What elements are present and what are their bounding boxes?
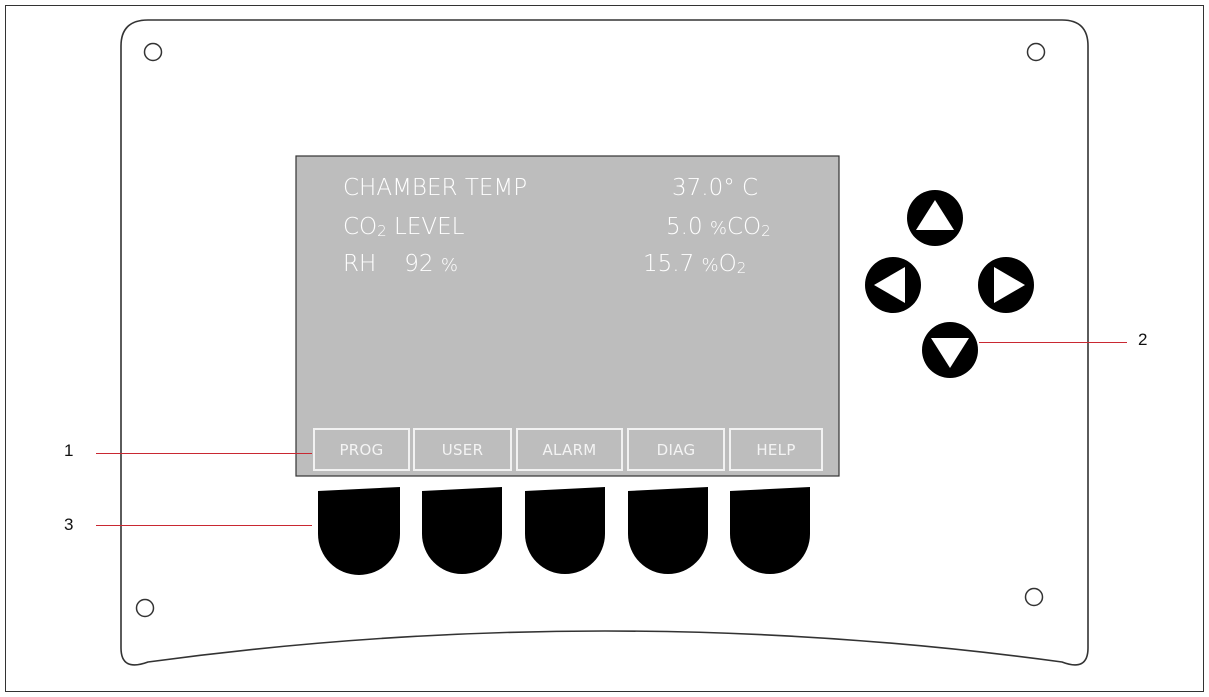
nav-left-button [865,257,921,313]
callout-number-3: 3 [64,515,74,534]
softkey-label-help: HELP [729,428,823,471]
lcd-row2-value: 5.0 %CO2 [666,214,771,240]
nav-down-button [922,322,978,378]
softkey-label-user: USER [413,428,512,471]
softkey-label-prog: PROG [313,428,410,471]
soft-key-4 [628,487,708,574]
lcd-row2-label: CO2 LEVEL [343,214,465,240]
callout-line-3 [96,525,312,526]
lcd-row1-value: 37.0° C [672,175,759,201]
panel-drawing [120,19,1089,666]
callout-number-2: 2 [1138,330,1148,349]
callout-line-1 [96,453,312,454]
soft-key-5 [730,487,810,574]
nav-up-button [907,190,963,246]
lcd-row1-label: CHAMBER TEMP [343,175,528,201]
soft-key-3 [525,487,605,574]
nav-right-button [978,257,1034,313]
softkey-label-alarm: ALARM [516,428,623,471]
callout-line-2 [979,342,1127,343]
lcd-row3-label: RH 92 % [343,251,458,277]
control-panel-figure: CHAMBER TEMP 37.0° C CO2 LEVEL 5.0 %CO2 … [0,0,1209,697]
soft-key-1 [318,487,400,575]
lcd-row3-value: 15.7 %O2 [643,251,747,277]
soft-key-2 [422,487,502,574]
callout-number-1: 1 [64,441,74,460]
softkey-label-diag: DIAG [627,428,725,471]
